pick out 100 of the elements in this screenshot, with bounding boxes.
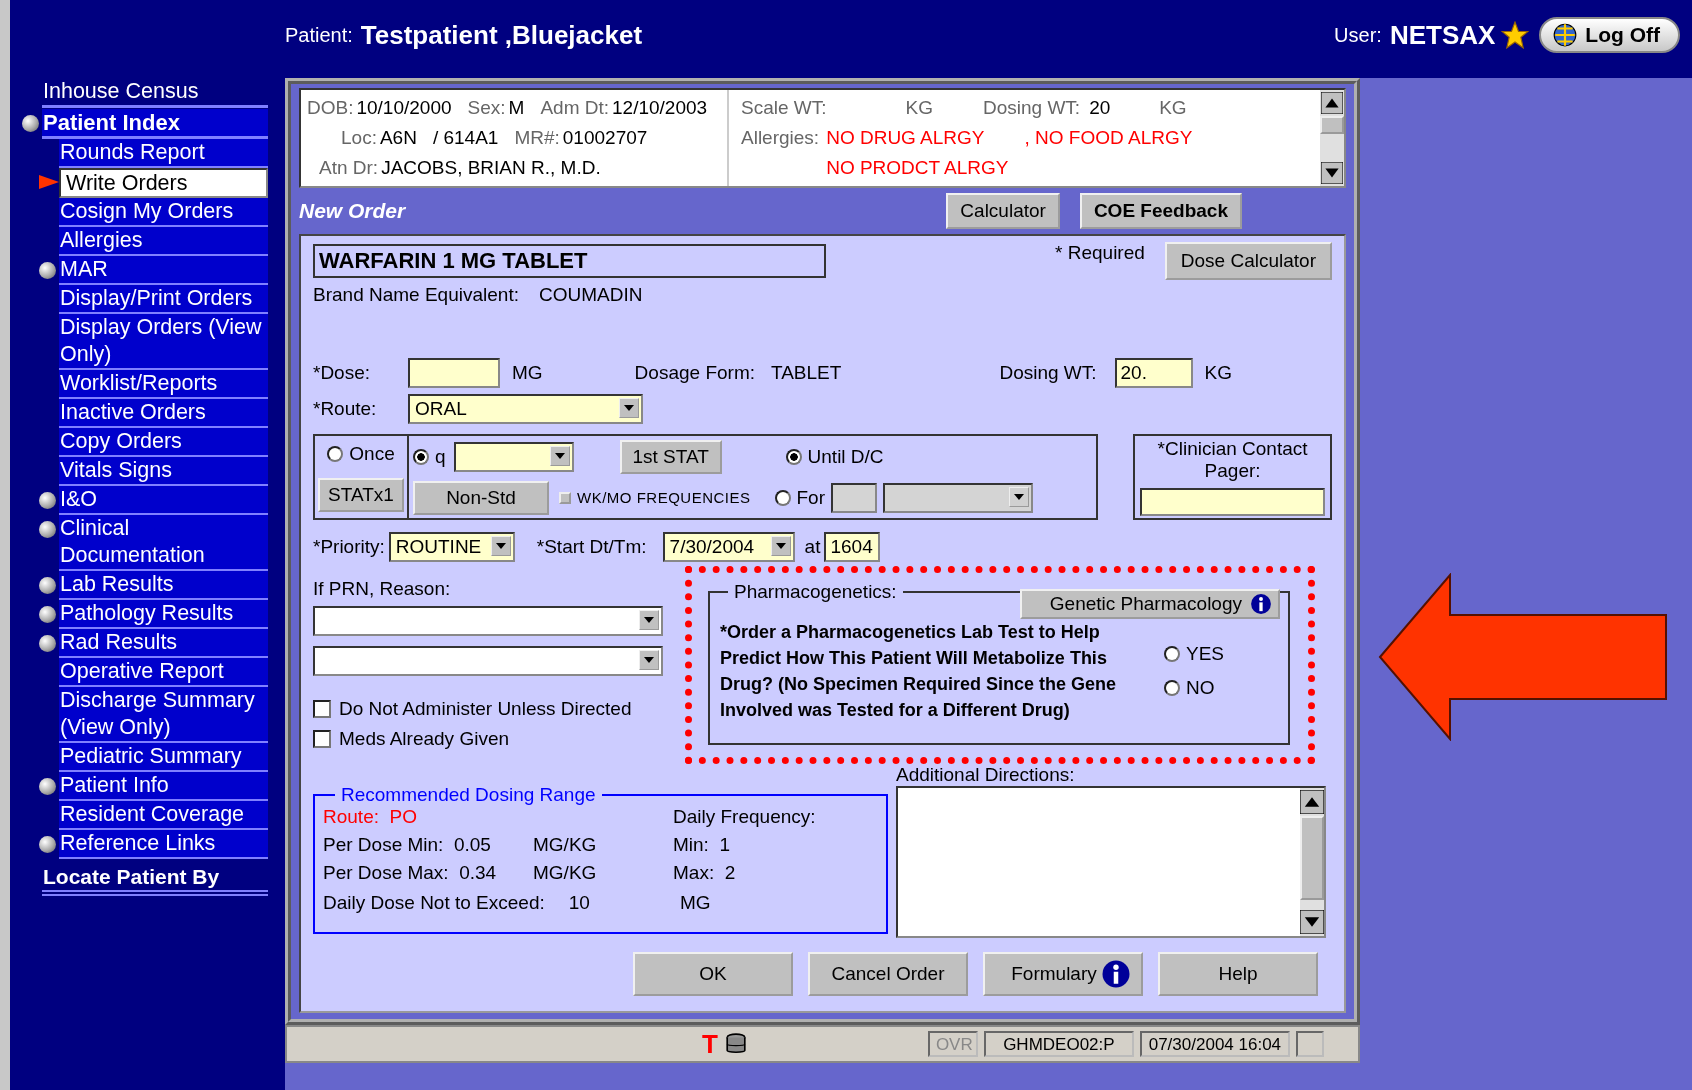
nav-item[interactable]: Inactive Orders <box>59 399 268 428</box>
nav-item[interactable]: Clinical Documentation <box>59 515 268 571</box>
nav-item[interactable]: Worklist/Reports <box>59 370 268 399</box>
nav-item[interactable]: Rad Results <box>59 629 268 658</box>
dosing-weight-field[interactable]: 20. <box>1114 358 1193 388</box>
field-value: COUMADIN <box>538 284 643 306</box>
nav-item[interactable]: Cosign My Orders <box>59 198 268 227</box>
nav-item[interactable]: Discharge Summary (View Only) <box>59 687 268 743</box>
user-label: User: <box>1334 23 1382 47</box>
field-label: Daily Frequency: <box>673 806 817 828</box>
info-label: Atn Dr: <box>319 156 379 180</box>
question-text: *Order a Pharmacogenetics Lab Test to Help Predict How This Patient Will Metabolize This Drug? (No Specimen Required Since the Gene Involved was Tested for a Different Drug) <box>720 621 1118 722</box>
field-label: If PRN, Reason: <box>313 578 452 600</box>
route-select[interactable]: ORAL <box>408 394 643 424</box>
patient-name: Testpatient ,Bluejacket <box>360 19 643 51</box>
info-label: Sex: <box>467 96 506 120</box>
unit-label: MG <box>512 362 543 384</box>
dose-calculator-button[interactable]: Dose Calculator <box>1164 242 1332 280</box>
nav-item[interactable]: Reference Links <box>59 830 268 859</box>
nav-item[interactable]: Allergies <box>59 227 268 256</box>
radio-label: q <box>435 445 446 468</box>
nav-item[interactable]: Lab Results <box>59 571 268 600</box>
radio-label: NO <box>1186 677 1215 699</box>
info-value: M <box>508 96 525 120</box>
unit-label: KG <box>1159 96 1187 120</box>
info-label: Allergies: <box>741 126 820 150</box>
nav-item[interactable]: Write Orders <box>59 168 268 198</box>
info-value: A6N <box>379 126 417 150</box>
field-label: *Route: <box>313 398 378 420</box>
field-label: at <box>804 536 821 558</box>
info-value: 20 <box>1089 97 1111 118</box>
nav-item[interactable]: I&O <box>59 486 268 515</box>
nav-item[interactable]: Resident Coverage <box>59 801 268 830</box>
nav-item[interactable]: Display/Print Orders <box>59 285 268 314</box>
first-stat-button[interactable]: 1st STAT <box>619 439 722 474</box>
action-button[interactable]: Cancel Order <box>808 952 968 996</box>
panel-title: Recommended Dosing Range <box>340 784 597 806</box>
action-button[interactable]: Formulary <box>983 952 1143 996</box>
start-date-select[interactable]: 7/30/2004 <box>662 532 795 562</box>
unit-label: MG/KG <box>533 862 598 884</box>
status-pane: OVR <box>927 1031 978 1057</box>
field-label: Additional Directions: <box>896 764 1076 786</box>
priority-select[interactable]: ROUTINE <box>388 532 515 562</box>
section-title: New Order <box>299 199 406 223</box>
t-icon: T <box>702 1028 718 1060</box>
log-off-button[interactable]: Log Off <box>1539 17 1680 53</box>
nav-item[interactable]: Patient Info <box>59 772 268 801</box>
stat-button[interactable]: STATx1 <box>318 477 404 512</box>
radio-label: YES <box>1186 643 1225 665</box>
field-label: *Priority: <box>313 536 385 558</box>
required-note: * Required <box>1055 242 1145 264</box>
nav-item[interactable]: Patient Index <box>42 109 268 139</box>
patient-label: Patient: <box>285 23 353 47</box>
info-value: 12/10/2003 <box>612 96 708 120</box>
field-label: Dosage Form: <box>634 362 755 384</box>
action-button[interactable]: Help <box>1158 952 1318 996</box>
field-label: Daily Dose Not to Exceed: <box>323 892 545 914</box>
allergy-text: NO PRODCT ALRGY <box>826 156 1009 180</box>
info-label: Scale WT: <box>741 96 827 120</box>
status-pane: 07/30/2004 16:04 <box>1139 1031 1290 1057</box>
info-label: DOB: <box>307 96 354 120</box>
nav-item[interactable]: Display Orders (View Only) <box>59 314 268 370</box>
nav-item[interactable]: Copy Orders <box>59 428 268 457</box>
range-text: Per Dose Max: 0.34 <box>323 862 498 884</box>
range-text: Per Dose Min: 0.05 <box>323 834 492 856</box>
genetic-pharmacology-button[interactable]: Genetic Pharmacology <box>1019 589 1280 619</box>
radio-label: Once <box>349 442 395 465</box>
field-label: *Clinician Contact Pager: <box>1156 438 1309 482</box>
field-value: 10 <box>568 892 590 914</box>
nav-item[interactable]: Pathology Results <box>59 600 268 629</box>
field-label: Brand Name Equivalent: <box>313 284 519 306</box>
info-label: Loc: <box>341 126 377 150</box>
nav-item[interactable]: Rounds Report <box>59 139 268 168</box>
nav-item[interactable]: MAR <box>59 256 268 285</box>
action-button[interactable]: OK <box>633 952 793 996</box>
drug-name: WARFARIN 1 MG TABLET <box>313 244 826 278</box>
non-std-button[interactable]: Non-Std <box>413 480 549 515</box>
unit-label: MG <box>679 892 711 914</box>
info-value: 10/10/2000 <box>356 96 452 120</box>
nav-item[interactable]: Operative Report <box>59 658 268 687</box>
field-label: Dosing WT: <box>999 362 1097 384</box>
radio-label: Until D/C <box>807 445 884 468</box>
user-name: NETSAX <box>1389 19 1496 51</box>
field-value: TABLET <box>771 362 842 384</box>
allergy-text: NO DRUG ALRGY <box>826 126 985 150</box>
toolbar-button[interactable]: Calculator <box>946 193 1060 229</box>
unit-label: KG <box>905 96 933 120</box>
nav-item[interactable]: Pediatric Summary <box>59 743 268 772</box>
checkbox-label: WK/MO FREQUENCIES <box>577 489 751 506</box>
route-text: Route: PO <box>323 806 418 828</box>
toolbar-button[interactable]: COE Feedback <box>1079 193 1242 229</box>
start-time-field[interactable]: 1604 <box>824 532 881 562</box>
info-value: JACOBS, BRIAN R., M.D. <box>381 156 601 180</box>
checkbox-label: Do Not Administer Unless Directed <box>339 698 632 720</box>
unit-label: MG/KG <box>533 834 598 856</box>
status-pane: GHMDEO02:P <box>983 1031 1134 1057</box>
nav-item[interactable]: Vitals Signs <box>59 457 268 486</box>
unit-label: KG <box>1204 362 1232 384</box>
info-label: MR#: <box>514 126 560 150</box>
field-label: *Dose: <box>313 362 372 384</box>
